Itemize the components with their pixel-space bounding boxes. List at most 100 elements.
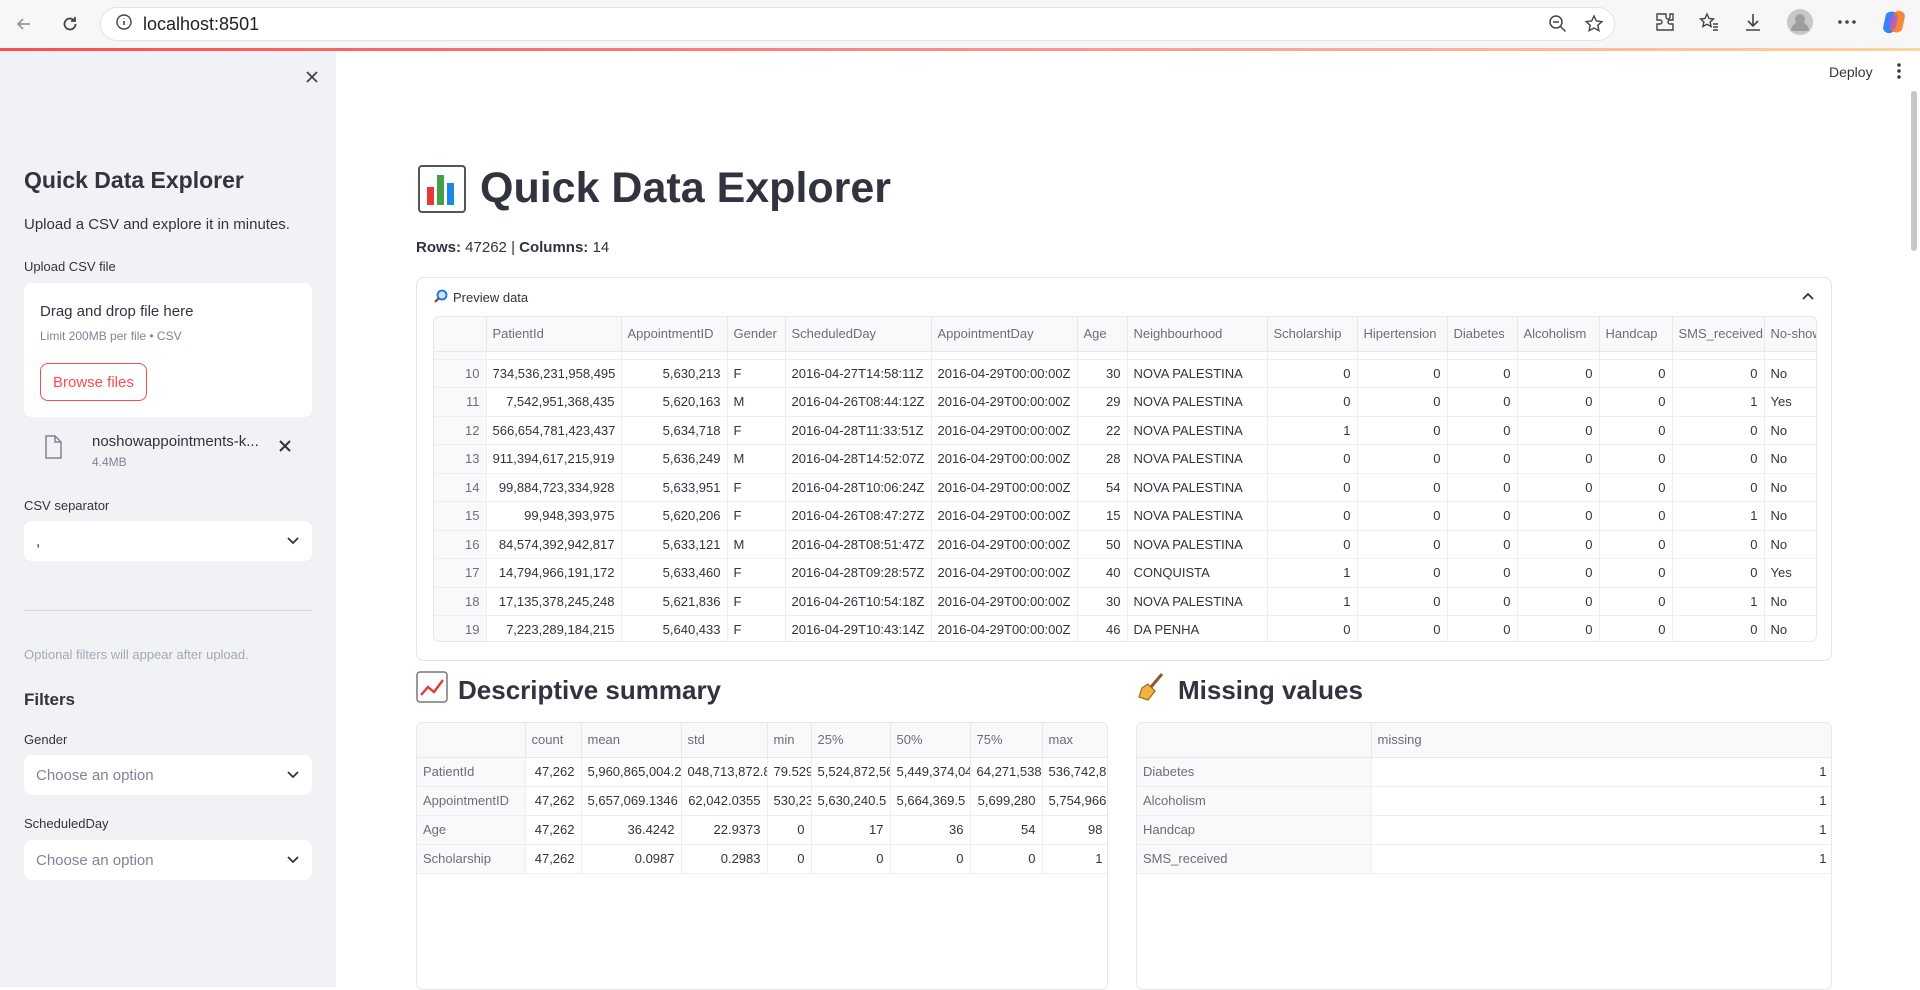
- table-cell[interactable]: 5,636,249: [621, 444, 728, 474]
- table-cell[interactable]: 0: [1517, 387, 1600, 417]
- table-cell[interactable]: No: [1764, 416, 1816, 445]
- table-row[interactable]: 11 7,542,951,368,435 5,620,163 M 2016-04-26T…: [434, 387, 1816, 417]
- table-cell[interactable]: Yes: [1764, 558, 1816, 588]
- table-cell[interactable]: 0: [1447, 615, 1518, 641]
- table-cell[interactable]: 2016-04-29T00:00:00Z: [931, 444, 1078, 474]
- summary-column-header[interactable]: max: [1042, 723, 1107, 758]
- table-cell[interactable]: 84,574,392,942,817: [486, 530, 622, 559]
- preview-column-header[interactable]: ScheduledDay: [785, 317, 932, 352]
- table-cell[interactable]: 0: [1672, 530, 1765, 559]
- summary-column-header[interactable]: mean: [581, 723, 682, 758]
- preview-column-header[interactable]: No-show: [1764, 317, 1816, 352]
- table-cell[interactable]: F: [727, 359, 786, 388]
- table-cell[interactable]: M: [727, 530, 786, 559]
- preview-column-header[interactable]: Age: [1077, 317, 1128, 352]
- table-cell[interactable]: No: [1764, 587, 1816, 616]
- table-row[interactable]: 16 84,574,392,942,817 5,633,121 M 2016-04-28…: [434, 530, 1816, 559]
- table-cell[interactable]: 5,524,872,568: [811, 757, 891, 787]
- table-row[interactable]: 18 17,135,378,245,248 5,621,836 F 2016-04-26…: [434, 587, 1816, 616]
- table-row[interactable]: 12 566,654,781,423,437 5,634,718 F 2016-04-2…: [434, 416, 1816, 445]
- table-cell[interactable]: 36.4242: [581, 815, 682, 845]
- table-cell[interactable]: 0: [1447, 530, 1518, 559]
- table-cell[interactable]: 0: [1267, 444, 1358, 474]
- table-cell[interactable]: F: [727, 615, 786, 641]
- table-cell[interactable]: 14: [434, 473, 487, 502]
- table-cell[interactable]: 0: [1267, 359, 1358, 388]
- table-cell[interactable]: 54: [970, 815, 1043, 845]
- table-cell[interactable]: 0: [1517, 359, 1600, 388]
- table-cell[interactable]: 0: [767, 844, 812, 874]
- table-cell[interactable]: 0: [1517, 587, 1600, 616]
- table-cell[interactable]: 1: [1267, 416, 1358, 445]
- table-row[interactable]: 14 99,884,723,334,928 5,633,951 F 2016-04-28…: [434, 473, 1816, 502]
- table-cell[interactable]: 17,135,378,245,248: [486, 587, 622, 616]
- table-cell[interactable]: 0: [1672, 473, 1765, 502]
- preview-column-header[interactable]: AppointmentDay: [931, 317, 1078, 352]
- table-cell[interactable]: 0: [1357, 615, 1448, 641]
- table-cell[interactable]: 1: [1371, 757, 1831, 787]
- table-cell[interactable]: NOVA PALESTINA: [1127, 359, 1268, 388]
- preview-column-header[interactable]: Handcap: [1599, 317, 1673, 352]
- table-cell[interactable]: 5,620,163: [621, 387, 728, 417]
- table-cell[interactable]: 99,948,393,975: [486, 501, 622, 531]
- table-cell[interactable]: 15: [434, 501, 487, 531]
- table-cell[interactable]: F: [727, 473, 786, 502]
- table-cell[interactable]: 1: [1672, 587, 1765, 616]
- table-cell[interactable]: 2016-04-29T00:00:00Z: [931, 473, 1078, 502]
- table-cell[interactable]: 734,536,231,958,495: [486, 359, 622, 388]
- table-cell[interactable]: 1: [1672, 501, 1765, 531]
- table-cell[interactable]: 16: [434, 530, 487, 559]
- table-cell[interactable]: 048,713,872.8: [681, 757, 768, 787]
- table-cell[interactable]: Diabetes: [1137, 757, 1372, 787]
- table-cell[interactable]: 5,633,951: [621, 473, 728, 502]
- table-cell[interactable]: F: [727, 558, 786, 588]
- download-icon[interactable]: [1742, 11, 1764, 38]
- table-cell[interactable]: 0: [1599, 558, 1673, 588]
- table-cell[interactable]: Scholarship: [417, 844, 526, 874]
- preview-column-header[interactable]: SMS_received: [1672, 317, 1765, 352]
- preview-column-header[interactable]: Hipertension: [1357, 317, 1448, 352]
- table-cell[interactable]: 0: [1517, 501, 1600, 531]
- table-cell[interactable]: 2016-04-26T10:54:18Z: [785, 587, 932, 616]
- table-cell[interactable]: SMS_received: [1137, 844, 1372, 874]
- table-cell[interactable]: 0: [1447, 387, 1518, 417]
- remove-file-icon[interactable]: [278, 437, 292, 458]
- table-cell[interactable]: 0: [1599, 359, 1673, 388]
- deploy-button[interactable]: Deploy: [1829, 64, 1873, 80]
- table-cell[interactable]: 2016-04-26T08:44:12Z: [785, 387, 932, 417]
- favorites-icon[interactable]: [1698, 11, 1720, 38]
- table-cell[interactable]: 2016-04-29T00:00:00Z: [931, 530, 1078, 559]
- table-cell[interactable]: 0: [1267, 615, 1358, 641]
- table-cell[interactable]: 79.5293: [767, 757, 812, 787]
- table-cell[interactable]: 5,630,213: [621, 359, 728, 388]
- table-cell[interactable]: 0: [1267, 530, 1358, 559]
- table-row[interactable]: 10 734,536,231,958,495 5,630,213 F 2016-04-2…: [434, 359, 1816, 388]
- table-cell[interactable]: 17: [811, 815, 891, 845]
- table-cell[interactable]: No: [1764, 444, 1816, 474]
- table-cell[interactable]: 99,884,723,334,928: [486, 473, 622, 502]
- table-cell[interactable]: 0: [1672, 615, 1765, 641]
- table-cell[interactable]: 2016-04-29T00:00:00Z: [931, 359, 1078, 388]
- table-cell[interactable]: 1: [1267, 587, 1358, 616]
- table-cell[interactable]: 7,542,951,368,435: [486, 387, 622, 417]
- reload-icon[interactable]: [52, 6, 88, 42]
- table-cell[interactable]: 30: [1077, 587, 1128, 616]
- table-cell[interactable]: NOVA PALESTINA: [1127, 416, 1268, 445]
- preview-column-header[interactable]: Neighbourhood: [1127, 317, 1268, 352]
- table-cell[interactable]: 0: [1447, 501, 1518, 531]
- table-cell[interactable]: 0: [1447, 444, 1518, 474]
- table-cell[interactable]: 11: [434, 387, 487, 417]
- table-cell[interactable]: 2016-04-28T09:28:57Z: [785, 558, 932, 588]
- table-cell[interactable]: 0: [1672, 416, 1765, 445]
- extensions-icon[interactable]: [1654, 11, 1676, 38]
- back-icon[interactable]: [6, 6, 42, 42]
- table-cell[interactable]: 5,960,865,004.28: [581, 757, 682, 787]
- table-cell[interactable]: 0: [1357, 558, 1448, 588]
- table-cell[interactable]: 47,262: [525, 815, 582, 845]
- table-cell[interactable]: 0: [1447, 416, 1518, 445]
- table-cell[interactable]: F: [727, 416, 786, 445]
- summary-column-header[interactable]: [417, 723, 526, 758]
- table-cell[interactable]: 0: [1357, 359, 1448, 388]
- table-cell[interactable]: 0: [1599, 473, 1673, 502]
- table-cell[interactable]: 0: [1357, 501, 1448, 531]
